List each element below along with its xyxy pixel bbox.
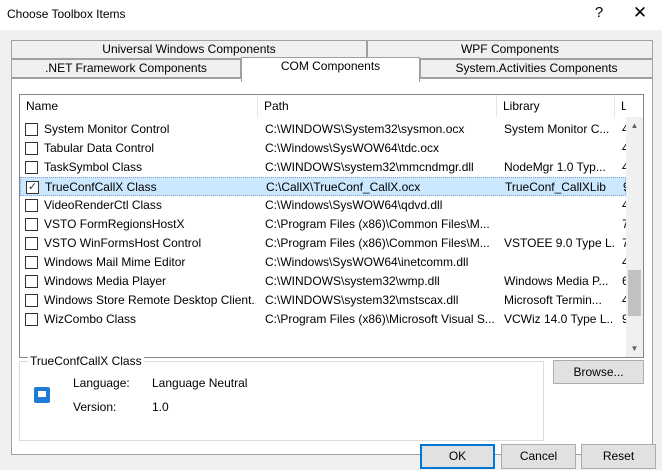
list-rows: System Monitor Control C:\WINDOWS\System3… — [20, 120, 630, 329]
row-checkbox[interactable] — [25, 237, 38, 250]
table-row[interactable]: WizCombo Class C:\Program Files (x86)\Mic… — [20, 310, 629, 329]
row-path: C:\Program Files (x86)\Common Files\M... — [265, 217, 490, 231]
reset-button[interactable]: Reset — [581, 444, 656, 469]
row-name: VSTO WinFormsHost Control — [44, 236, 202, 250]
row-library: VSTOEE 9.0 Type L... — [504, 236, 614, 250]
row-path: C:\Windows\SysWOW64\inetcomm.dll — [265, 255, 469, 269]
row-path: C:\Program Files (x86)\Common Files\M... — [265, 236, 490, 250]
table-row[interactable]: Windows Media Player C:\WINDOWS\system32\… — [20, 272, 629, 291]
row-library: TrueConf_CallXLib — [505, 180, 606, 194]
column-header-library[interactable]: Library — [497, 95, 615, 117]
row-path: C:\WINDOWS\system32\mstscax.dll — [265, 293, 459, 307]
language-label: Language: — [73, 376, 130, 390]
column-header-path[interactable]: Path — [258, 95, 497, 117]
table-row[interactable]: VideoRenderCtl Class C:\Windows\SysWOW64\… — [20, 196, 629, 215]
row-checkbox[interactable] — [25, 199, 38, 212]
row-library: VCWiz 14.0 Type L... — [504, 312, 614, 326]
table-row[interactable]: Windows Store Remote Desktop Client... C:… — [20, 291, 629, 310]
row-path: C:\Windows\SysWOW64\tdc.ocx — [265, 141, 440, 155]
row-name: VSTO FormRegionsHostX — [44, 217, 185, 231]
table-row[interactable]: System Monitor Control C:\WINDOWS\System3… — [20, 120, 629, 139]
row-name: WizCombo Class — [44, 312, 137, 326]
language-value: Language Neutral — [152, 376, 248, 390]
row-checkbox[interactable]: ✓ — [26, 181, 39, 194]
title-bar: Choose Toolbox Items ? ✕ — [0, 0, 662, 30]
table-row[interactable]: VSTO WinFormsHost Control C:\Program File… — [20, 234, 629, 253]
table-row[interactable]: Tabular Data Control C:\Windows\SysWOW64\… — [20, 139, 629, 158]
table-row[interactable]: ✓ TrueConfCallX Class C:\CallX\TrueConf_Ca… — [20, 177, 630, 196]
window-title: Choose Toolbox Items — [7, 7, 126, 21]
info-title: TrueConfCallX Class — [28, 354, 144, 368]
row-checkbox[interactable] — [25, 275, 38, 288]
components-list[interactable]: Name Path Library L System Monitor Contr… — [19, 94, 644, 358]
row-path: C:\WINDOWS\System32\sysmon.ocx — [265, 122, 465, 136]
row-path: C:\Program Files (x86)\Microsoft Visual … — [265, 312, 495, 326]
scrollbar-thumb[interactable] — [628, 270, 641, 316]
row-library: Windows Media P... — [504, 274, 609, 288]
row-checkbox[interactable] — [25, 294, 38, 307]
row-name: System Monitor Control — [44, 122, 170, 136]
row-name: Tabular Data Control — [44, 141, 155, 155]
row-name: Windows Media Player — [44, 274, 167, 288]
help-button[interactable]: ? — [592, 4, 606, 21]
row-name: Windows Store Remote Desktop Client... — [44, 293, 256, 307]
row-checkbox[interactable] — [25, 256, 38, 269]
table-row[interactable]: TaskSymbol Class C:\WINDOWS\system32\mmcn… — [20, 158, 629, 177]
column-header-language[interactable]: L — [615, 95, 626, 117]
ok-button[interactable]: OK — [420, 444, 495, 469]
vertical-scrollbar[interactable]: ▲ ▼ — [626, 117, 643, 357]
component-icon — [34, 387, 50, 403]
version-value: 1.0 — [152, 400, 169, 414]
row-checkbox[interactable] — [25, 218, 38, 231]
row-path: C:\WINDOWS\system32\mmcndmgr.dll — [265, 160, 474, 174]
tab-com-components[interactable]: COM Components — [241, 57, 420, 82]
row-path: C:\WINDOWS\system32\wmp.dll — [265, 274, 440, 288]
row-path: C:\Windows\SysWOW64\qdvd.dll — [265, 198, 443, 212]
scroll-down-arrow-icon[interactable]: ▼ — [626, 340, 643, 357]
row-library: Microsoft Termin... — [504, 293, 602, 307]
cancel-button[interactable]: Cancel — [501, 444, 576, 469]
list-header: Name Path Library L — [20, 95, 643, 117]
table-row[interactable]: Windows Mail Mime Editor C:\Windows\SysWO… — [20, 253, 629, 272]
row-name: TrueConfCallX Class — [45, 180, 157, 194]
row-checkbox[interactable] — [25, 142, 38, 155]
scroll-up-arrow-icon[interactable]: ▲ — [626, 117, 643, 134]
selected-item-info: TrueConfCallX Class Language: Language N… — [19, 354, 544, 441]
row-path: C:\CallX\TrueConf_CallX.ocx — [266, 180, 421, 194]
row-name: TaskSymbol Class — [44, 160, 143, 174]
row-library: System Monitor C... — [504, 122, 610, 136]
browse-button[interactable]: Browse... — [553, 360, 644, 384]
row-name: VideoRenderCtl Class — [44, 198, 162, 212]
row-checkbox[interactable] — [25, 161, 38, 174]
version-label: Version: — [73, 400, 117, 414]
table-row[interactable]: VSTO FormRegionsHostX C:\Program Files (x… — [20, 215, 629, 234]
row-checkbox[interactable] — [25, 123, 38, 136]
tab-system-activities-components[interactable]: System.Activities Components — [420, 59, 653, 78]
row-checkbox[interactable] — [25, 313, 38, 326]
tab-net-framework-components[interactable]: .NET Framework Components — [11, 59, 241, 78]
close-button[interactable]: ✕ — [632, 3, 648, 23]
row-name: Windows Mail Mime Editor — [44, 255, 186, 269]
column-header-name[interactable]: Name — [20, 95, 258, 117]
row-library: NodeMgr 1.0 Typ... — [504, 160, 606, 174]
